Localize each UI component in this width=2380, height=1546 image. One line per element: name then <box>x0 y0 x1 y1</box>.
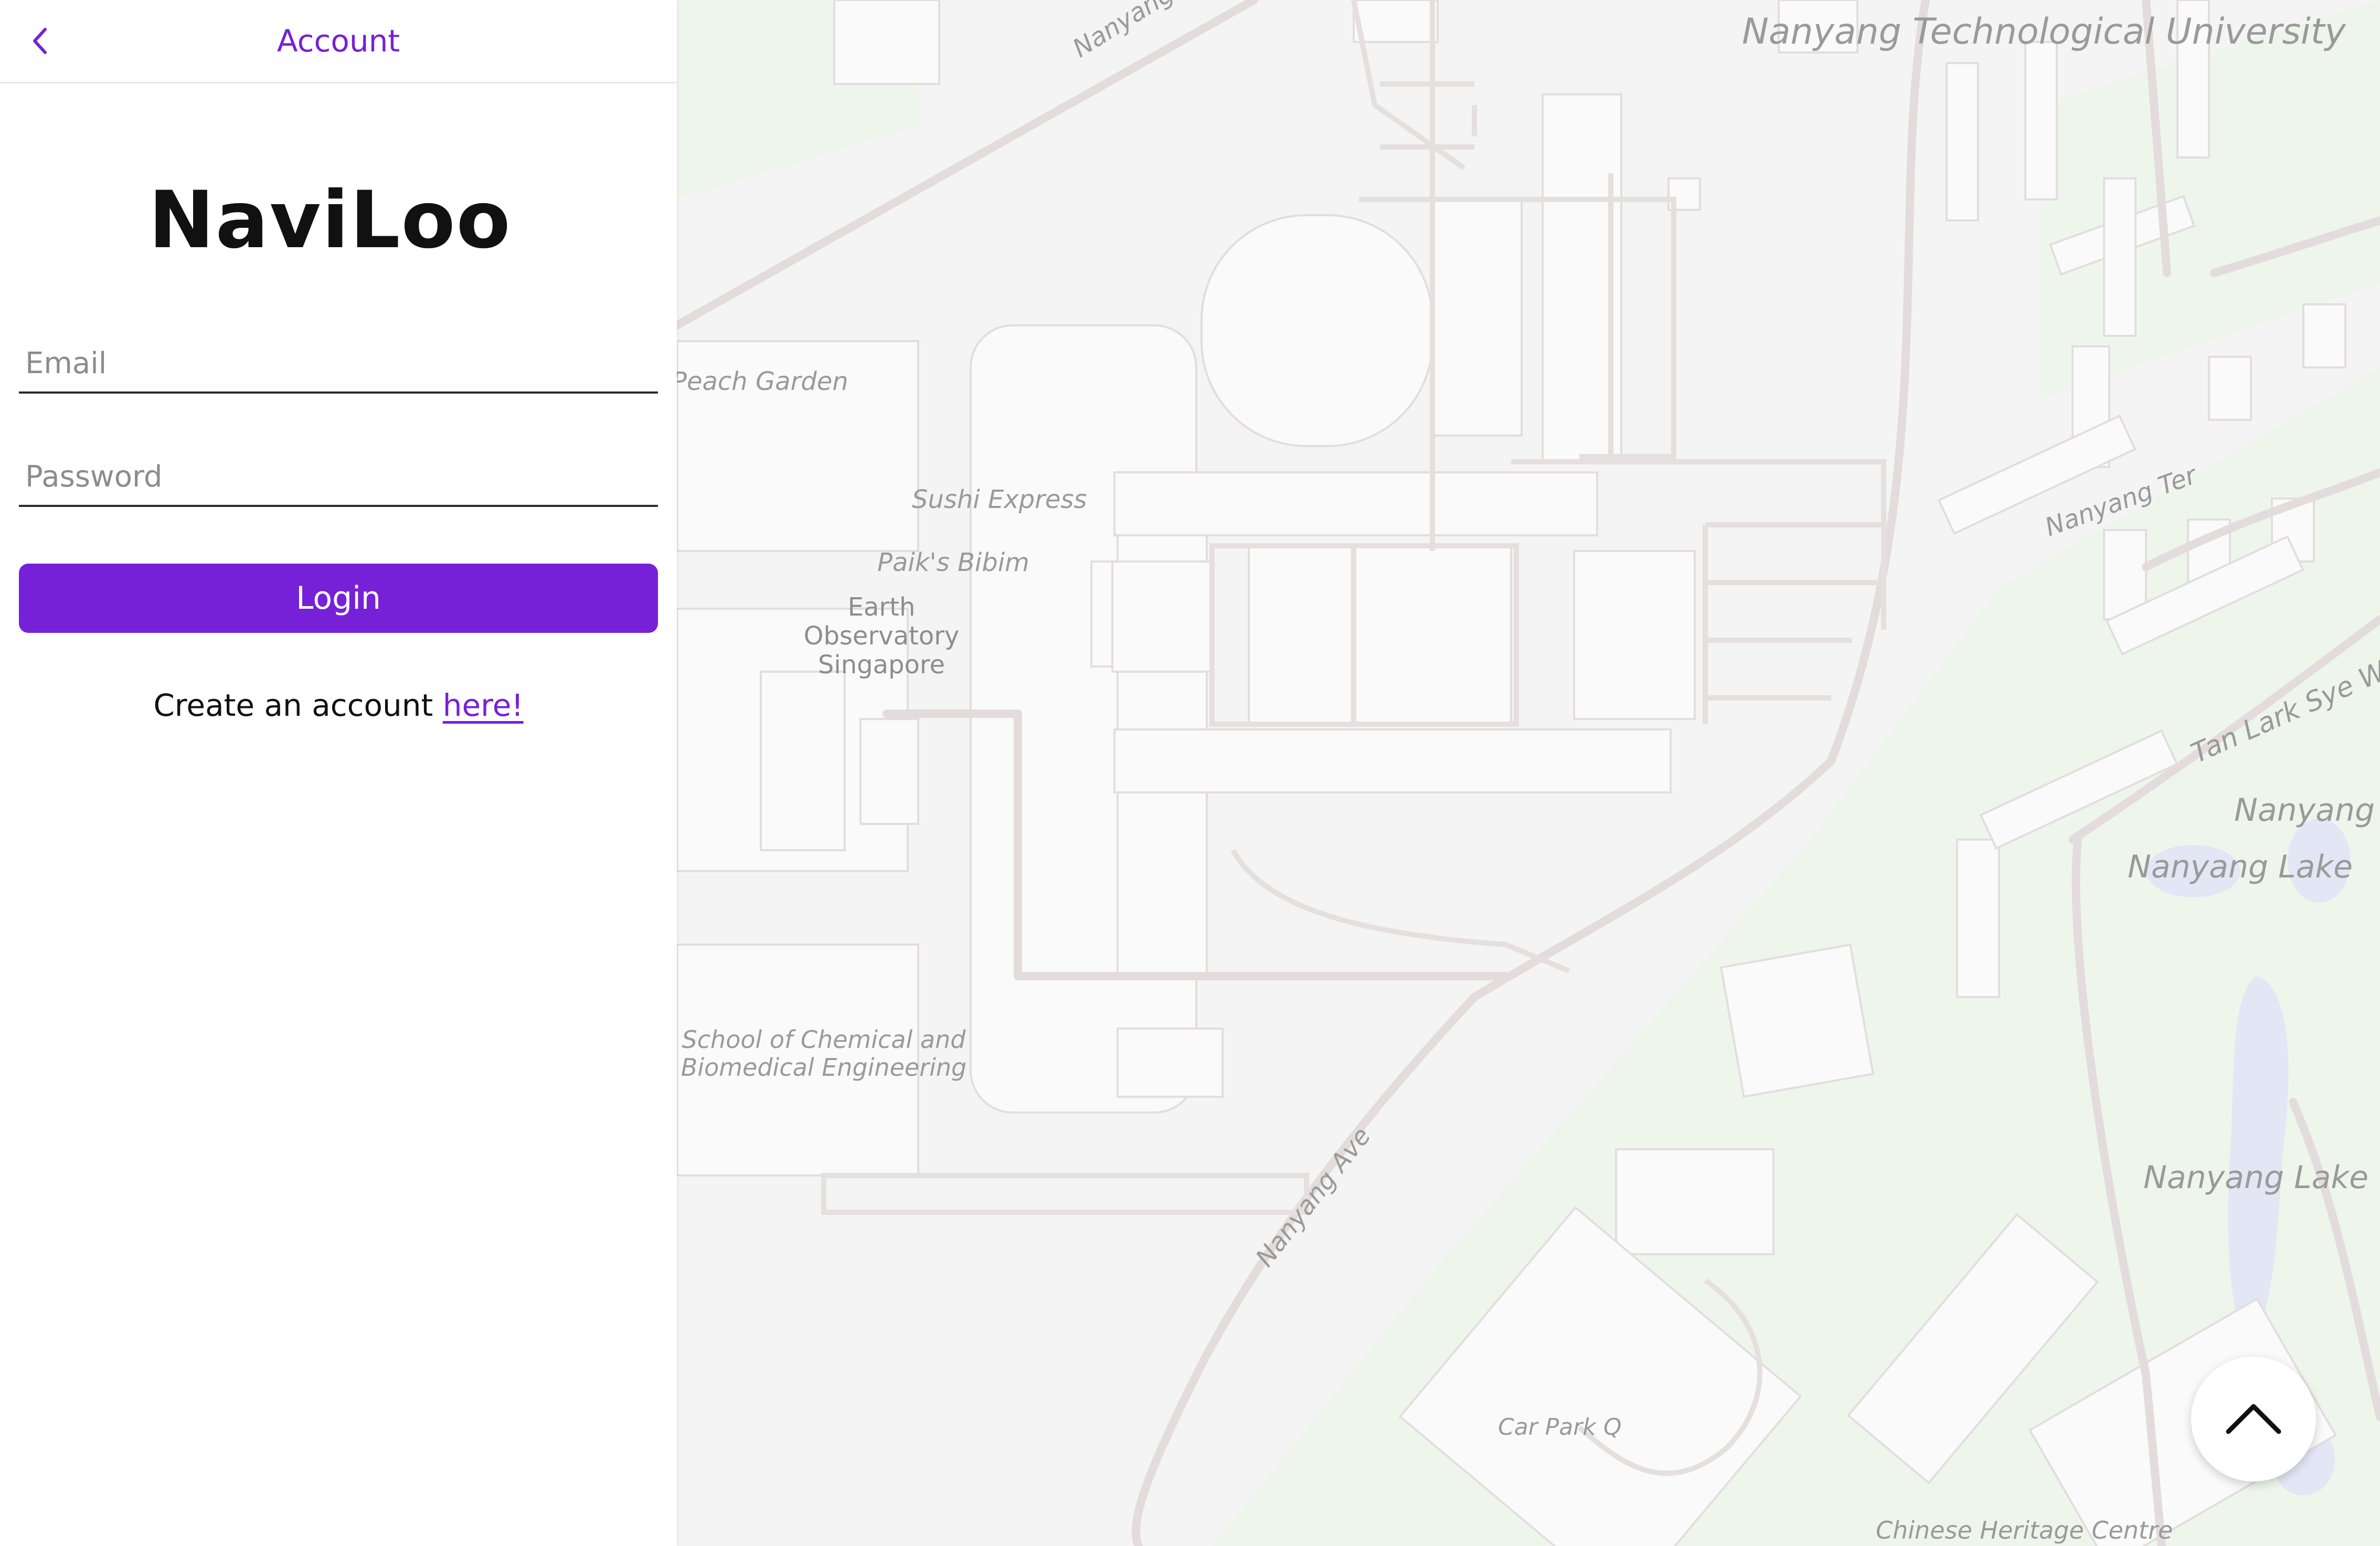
map-label-nanyang-lake-1: Nanyang Lake <box>2128 849 2353 885</box>
back-button[interactable] <box>21 22 59 60</box>
email-field[interactable] <box>19 339 658 394</box>
map-canvas[interactable] <box>677 0 2380 1546</box>
map-label-earth-observatory: Earth Observatory Singapore <box>803 592 960 680</box>
map-label-scbe: School of Chemical and Biomedical Engine… <box>681 1025 967 1082</box>
login-button[interactable]: Login <box>19 564 658 633</box>
naviloo-logo: NaviLoo <box>148 175 528 266</box>
panel-header: Account <box>0 0 677 83</box>
create-account-text: Create an account <box>153 687 443 723</box>
scroll-up-button[interactable] <box>2191 1357 2316 1481</box>
map-label-chinese-heritage: Chinese Heritage Centre <box>1876 1516 2173 1544</box>
chevron-up-icon <box>2226 1404 2281 1434</box>
map-label-nanyang-lake-3: Nanyang L <box>2234 792 2380 829</box>
map-label-sushi-express: Sushi Express <box>912 485 1087 514</box>
map-label-ntu: Nanyang Technological University <box>1742 11 2346 52</box>
password-input[interactable] <box>25 456 650 497</box>
map-label-car-park-q: Car Park Q <box>1498 1414 1622 1441</box>
map-view[interactable]: Nanyang Technological University Nanyang… <box>677 0 2380 1546</box>
map-label-paiks-bibim: Paik's Bibim <box>877 548 1029 577</box>
app-root: Nanyang Technological University Nanyang… <box>0 0 2380 1546</box>
page-title: Account <box>277 23 400 59</box>
logo-text: NaviLoo <box>148 175 512 266</box>
create-account-row: Create an account here! <box>0 687 677 723</box>
chevron-left-icon <box>33 28 47 54</box>
email-input[interactable] <box>25 342 650 384</box>
password-field[interactable] <box>19 452 658 507</box>
map-label-nanyang-lake-2: Nanyang Lake <box>2143 1159 2368 1196</box>
create-account-link[interactable]: here! <box>443 687 524 723</box>
map-label-peach-garden: Peach Garden <box>677 367 848 396</box>
account-panel: Account NaviLoo Login Create an account … <box>0 0 677 1546</box>
